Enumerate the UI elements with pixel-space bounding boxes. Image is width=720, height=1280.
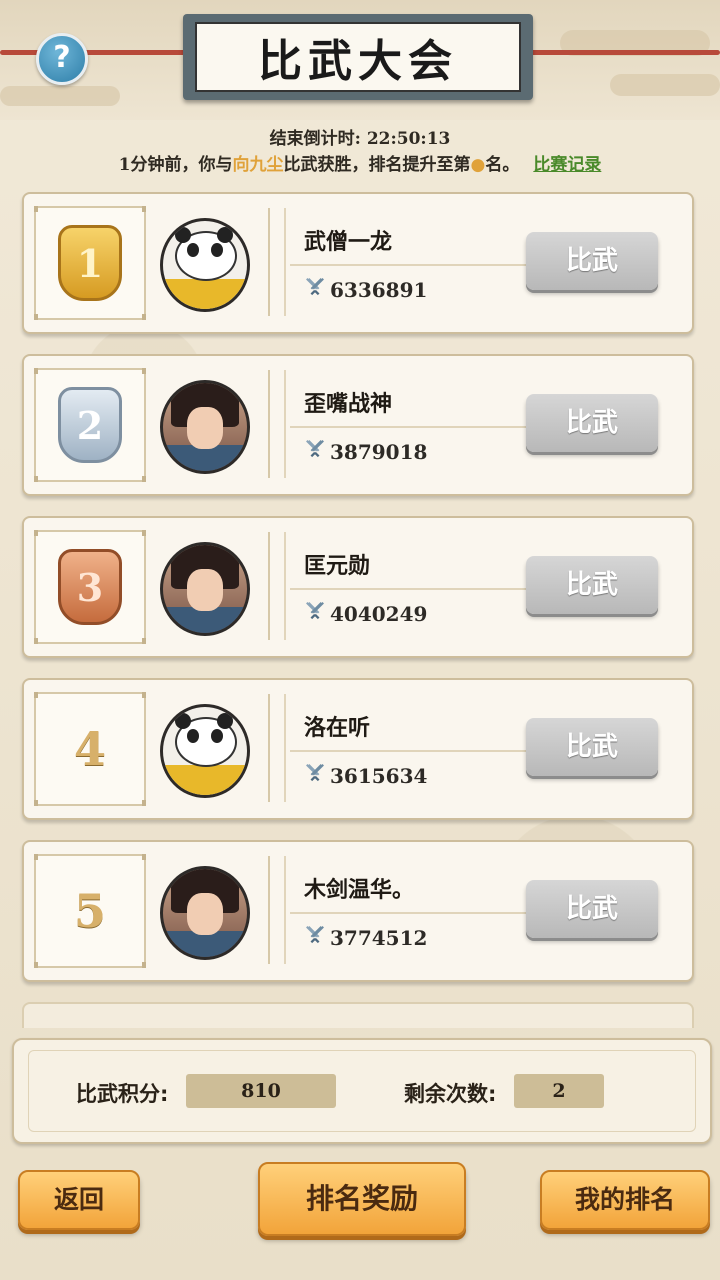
rank-badge: 4 <box>34 692 146 806</box>
rank-badge: 2 <box>34 368 146 482</box>
points-label: 比武积分: <box>76 1082 169 1106</box>
challenge-button[interactable]: 比武 <box>526 556 658 614</box>
notice-rank: ● <box>470 155 486 175</box>
crossed-swords-icon <box>304 600 330 627</box>
rank-rewards-button[interactable]: 排名奖励 <box>258 1162 466 1236</box>
player-name: 木剑温华。 <box>304 878 415 903</box>
notice-middle: 比武获胜，排名提升至第 <box>283 155 471 175</box>
divider <box>290 912 526 914</box>
player-name: 匡元勋 <box>304 554 371 579</box>
rank-number: 4 <box>73 722 106 776</box>
combat-power: 3774512 <box>304 924 427 951</box>
match-record-link[interactable]: 比赛记录 <box>533 155 601 175</box>
rank-medal-icon: 3 <box>58 549 122 625</box>
combat-power: 4040249 <box>304 600 427 627</box>
ranking-row: 5 木剑温华。 3774512 比武 <box>22 840 694 982</box>
back-button[interactable]: 返回 <box>18 1170 140 1230</box>
divider <box>290 588 526 590</box>
warrior-avatar[interactable] <box>160 380 250 474</box>
player-info: 武僧一龙 6336891 比武 <box>268 208 686 316</box>
page-title: 比武大会 <box>195 22 521 92</box>
swordsman-avatar[interactable] <box>160 866 250 960</box>
rank-badge: 1 <box>34 206 146 320</box>
player-info: 歪嘴战神 3879018 比武 <box>268 370 686 478</box>
countdown-time: 22:50:13 <box>366 129 451 149</box>
challenge-button[interactable]: 比武 <box>526 394 658 452</box>
player-info: 匡元勋 4040249 比武 <box>268 532 686 640</box>
remaining-label: 剩余次数: <box>404 1082 497 1106</box>
rank-badge: 3 <box>34 530 146 644</box>
ranking-row: 1 武僧一龙 6336891 比武 <box>22 192 694 334</box>
swordswoman-avatar[interactable] <box>160 542 250 636</box>
panda-avatar[interactable] <box>160 218 250 312</box>
divider <box>290 426 526 428</box>
red-rope-right <box>528 50 720 55</box>
player-name: 洛在听 <box>304 716 371 741</box>
countdown: 结束倒计时: 22:50:13 <box>0 124 720 149</box>
challenge-button[interactable]: 比武 <box>526 232 658 290</box>
rank-number: 3 <box>76 564 104 610</box>
player-info: 木剑温华。 3774512 比武 <box>268 856 686 964</box>
challenge-button[interactable]: 比武 <box>526 880 658 938</box>
combat-power-value: 4040249 <box>330 601 428 626</box>
combat-power: 3615634 <box>304 762 427 789</box>
red-rope-left <box>0 50 190 55</box>
player-name: 歪嘴战神 <box>304 392 393 417</box>
rank-medal-icon: 2 <box>58 387 122 463</box>
crossed-swords-icon <box>304 438 330 465</box>
rank-number: 2 <box>76 402 104 448</box>
divider <box>290 750 526 752</box>
rank-number: 5 <box>73 884 106 938</box>
player-info: 洛在听 3615634 比武 <box>268 694 686 802</box>
rank-medal-icon: 1 <box>58 225 122 301</box>
ranking-row-partial <box>22 1002 694 1028</box>
combat-power-value: 3879018 <box>330 439 428 464</box>
ranking-row: 4 洛在听 3615634 比武 <box>22 678 694 820</box>
help-icon: ? <box>53 40 71 75</box>
crossed-swords-icon <box>304 924 330 951</box>
combat-power: 6336891 <box>304 276 427 303</box>
player-name: 武僧一龙 <box>304 230 393 255</box>
challenge-button[interactable]: 比武 <box>526 718 658 776</box>
ranking-row: 2 歪嘴战神 3879018 比武 <box>22 354 694 496</box>
cloud-decoration <box>610 74 720 96</box>
notice-prefix: 1分钟前，你与 <box>118 155 233 175</box>
rank-badge: 5 <box>34 854 146 968</box>
help-button[interactable]: ? <box>36 33 88 85</box>
cloud-decoration <box>0 86 120 106</box>
battle-notice: 1分钟前，你与向九尘比武获胜，排名提升至第●名。 比赛记录 <box>0 150 720 175</box>
points-value: 810 <box>186 1074 336 1108</box>
remaining-value: 2 <box>514 1074 604 1108</box>
my-rank-button[interactable]: 我的排名 <box>540 1170 710 1230</box>
rank-number: 1 <box>76 240 104 286</box>
panda-avatar[interactable] <box>160 704 250 798</box>
notice-opponent: 向九尘 <box>232 155 284 175</box>
title-plaque: 比武大会 <box>183 14 533 100</box>
ranking-row: 3 匡元勋 4040249 比武 <box>22 516 694 658</box>
countdown-label: 结束倒计时: <box>269 129 361 149</box>
combat-power: 3879018 <box>304 438 427 465</box>
score-panel: 比武积分: 810 剩余次数: 2 <box>12 1038 712 1144</box>
notice-suffix: 名。 <box>485 155 520 175</box>
combat-power-value: 3774512 <box>330 925 428 950</box>
crossed-swords-icon <box>304 276 330 303</box>
divider <box>290 264 526 266</box>
combat-power-value: 3615634 <box>330 763 428 788</box>
crossed-swords-icon <box>304 762 330 789</box>
combat-power-value: 6336891 <box>330 277 428 302</box>
